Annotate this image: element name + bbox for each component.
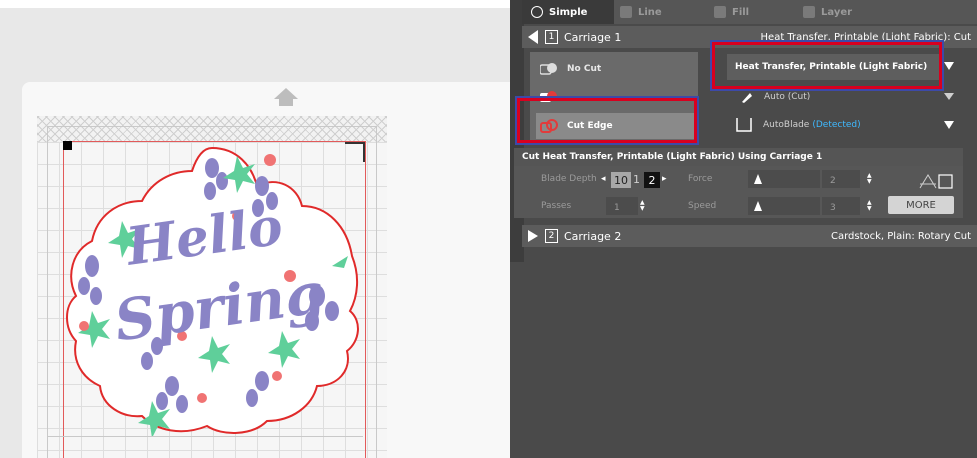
force-value: 2 — [830, 176, 836, 186]
passes-value: 1 — [614, 203, 620, 213]
speed-field[interactable] — [822, 197, 860, 215]
force-slider-thumb[interactable] — [754, 174, 762, 184]
blade-depth-value-1: 10 — [614, 173, 628, 187]
line-icon — [620, 6, 632, 18]
action-value: Auto (Cut) — [764, 92, 811, 102]
tab-layer-label: Layer — [821, 6, 853, 18]
blade-depth-field-1[interactable]: 10 — [611, 172, 631, 188]
carriage-2-name: Carriage 2 — [564, 229, 622, 243]
carriage-2-header[interactable]: 2 Carriage 2 Cardstock, Plain: Rotary Cu… — [522, 225, 977, 247]
tab-fill[interactable]: Fill — [714, 3, 749, 21]
carriage-1-number: 1 — [545, 30, 558, 44]
collapse-triangle-icon — [528, 30, 538, 44]
carriage-1-name: Carriage 1 — [564, 30, 622, 44]
blade-value: AutoBlade — [763, 120, 810, 130]
blade-detected-status: (Detected) — [812, 120, 861, 130]
action-dropdown[interactable]: Auto (Cut) — [740, 88, 960, 106]
hello-spring-artwork[interactable]: Hello Spring — [62, 146, 362, 436]
speed-label: Speed — [688, 201, 717, 211]
blade-depth-value-2: 1 — [633, 173, 640, 186]
blade-dropdown-arrow-icon[interactable] — [944, 121, 954, 129]
action-dropdown-arrow-icon[interactable] — [944, 93, 954, 100]
expand-triangle-icon — [528, 230, 538, 242]
blade-depth-right-arrow-icon[interactable]: ▸ — [662, 174, 667, 184]
passes-stepper-icon[interactable]: ▲ ▼ — [640, 200, 646, 212]
option-no-cut-label: No Cut — [567, 64, 602, 74]
tab-fill-label: Fill — [732, 6, 750, 18]
force-field[interactable] — [822, 170, 860, 188]
blade-depth-value-3: 2 — [648, 173, 656, 187]
carriage-2-material-summary: Cardstock, Plain: Rotary Cut — [830, 230, 971, 242]
speed-stepper-icon[interactable]: ▲ ▼ — [867, 200, 873, 212]
design-canvas[interactable]: Hello Spring — [0, 0, 510, 458]
carriage-1-material-summary: Heat Transfer, Printable (Light Fabric):… — [760, 31, 971, 43]
layer-icon — [803, 6, 815, 18]
cut-action-icon — [742, 93, 752, 103]
material-highlight — [710, 40, 944, 91]
canvas-top-strip — [0, 0, 510, 8]
speed-value: 3 — [830, 203, 836, 213]
force-stepper-icon[interactable]: ▲ ▼ — [867, 173, 873, 185]
blade-depth-field-2[interactable]: 2 — [644, 172, 660, 188]
tab-simple[interactable]: Simple — [531, 3, 587, 21]
tab-line[interactable]: Line — [620, 3, 662, 21]
carriage-2-number: 2 — [545, 229, 558, 243]
blade-dropdown[interactable]: AutoBlade (Detected) — [735, 114, 960, 136]
no-cut-icon — [539, 62, 558, 76]
tool-position-icon[interactable] — [918, 172, 958, 190]
feed-arrow-stem — [279, 98, 293, 106]
autoblade-icon — [736, 118, 752, 132]
blade-depth-left-arrow-icon[interactable]: ◂ — [601, 174, 606, 184]
passes-label: Passes — [541, 201, 572, 211]
tab-simple-label: Simple — [549, 6, 588, 18]
mat-bottom-line — [47, 436, 363, 437]
cut-settings-header: Cut Heat Transfer, Printable (Light Fabr… — [514, 148, 963, 166]
tab-line-label: Line — [638, 6, 662, 18]
more-button[interactable]: MORE — [888, 196, 954, 214]
blade-depth-label: Blade Depth — [541, 174, 597, 184]
option-no-cut[interactable]: No Cut — [536, 56, 694, 82]
cut-edge-highlight — [515, 96, 699, 145]
fill-icon — [714, 6, 726, 18]
passes-field[interactable] — [606, 197, 638, 215]
force-label: Force — [688, 174, 713, 184]
radio-icon — [531, 6, 543, 18]
speed-slider-thumb[interactable] — [754, 201, 762, 211]
tab-layer[interactable]: Layer — [803, 3, 852, 21]
material-dropdown-arrow-icon[interactable] — [944, 62, 954, 70]
